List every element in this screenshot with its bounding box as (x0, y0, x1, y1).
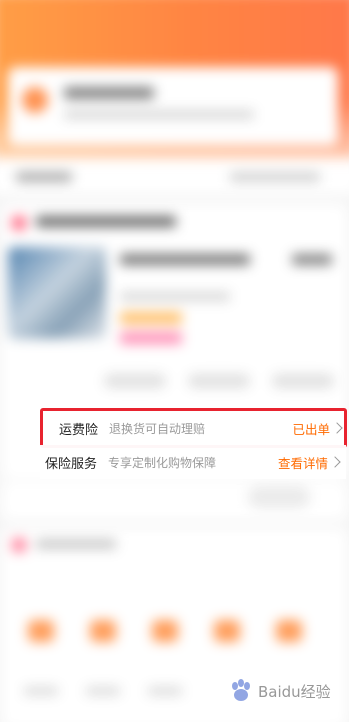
insurance-service-description: 专享定制化购物保障 (108, 455, 217, 470)
freight-insurance-row[interactable]: 运费险 退换货可自动理赔 已出单 (40, 408, 347, 448)
chevron-right-icon (331, 422, 343, 434)
insurance-service-row[interactable]: 保险服务 专享定制化购物保障 查看详情 (40, 445, 346, 479)
blurred-background (0, 0, 349, 722)
insurance-service-label: 保险服务 (45, 456, 98, 472)
baidu-paw-icon (228, 678, 254, 704)
view-details-link[interactable]: 查看详情 (278, 453, 328, 472)
chevron-right-icon (329, 456, 341, 468)
freight-insurance-description: 退换货可自动理赔 (109, 421, 206, 436)
watermark: Baidu经验 (228, 674, 331, 708)
freight-insurance-label: 运费险 (59, 422, 99, 438)
freight-insurance-status: 已出单 (292, 421, 330, 437)
watermark-text: Baidu经验 (258, 682, 331, 701)
blur-overlay (0, 0, 349, 722)
